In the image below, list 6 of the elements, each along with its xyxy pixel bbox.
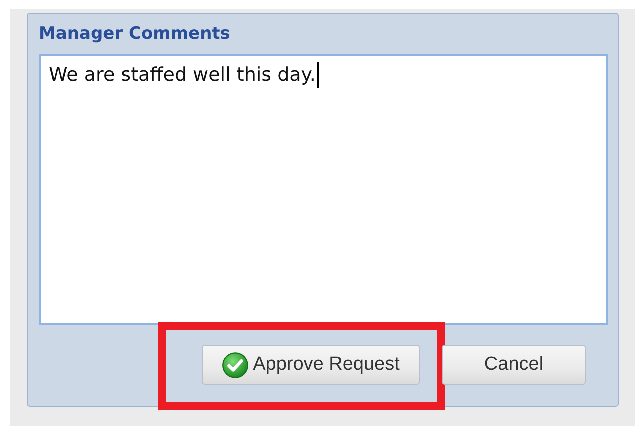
comment-text: We are staffed well this day. [49,63,316,88]
approve-button[interactable]: Approve Request [202,345,420,385]
comment-field[interactable]: We are staffed well this day. [39,54,608,325]
dialog-title: Manager Comments [39,23,232,46]
cancel-button[interactable]: Cancel [442,345,586,385]
checkmark-icon [222,352,250,378]
